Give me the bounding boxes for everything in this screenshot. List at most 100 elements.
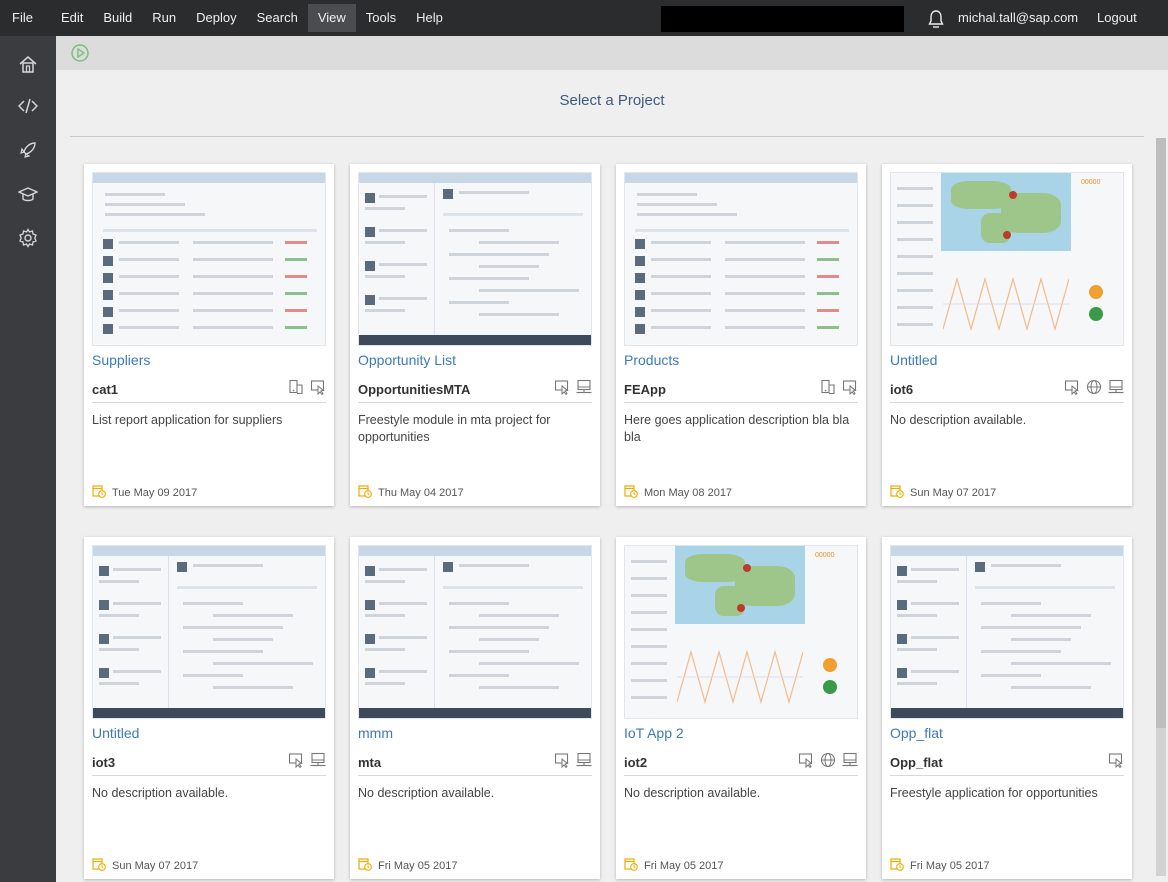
learning-center-icon[interactable] xyxy=(0,174,56,214)
divider xyxy=(624,775,858,776)
calendar-clock-icon xyxy=(358,484,372,501)
divider xyxy=(890,775,1124,776)
project-description: Here goes application description bla bl… xyxy=(624,413,850,444)
run-icon[interactable] xyxy=(70,43,90,63)
scrollbar[interactable] xyxy=(1156,138,1166,876)
toolbar xyxy=(56,36,1168,70)
project-description: No description available. xyxy=(890,413,1027,427)
redacted-area xyxy=(661,6,904,32)
date-label: Fri May 05 2017 xyxy=(378,859,458,872)
project-card[interactable]: 00000 Untitled iot6 No description availabl… xyxy=(882,164,1132,506)
project-title[interactable]: Suppliers xyxy=(92,352,150,368)
menu-item-view[interactable]: View xyxy=(307,4,356,32)
desktop-icon xyxy=(310,752,326,773)
project-title[interactable]: Untitled xyxy=(890,352,937,368)
calendar-clock-icon xyxy=(890,857,904,874)
project-card[interactable]: Opp_flat Opp_flat Freestyle application fo… xyxy=(882,537,1132,879)
project-name: iot2 xyxy=(624,755,648,770)
device-type-icons xyxy=(820,379,858,400)
menu-item-build[interactable]: Build xyxy=(93,4,142,32)
main-content: Select a Project Suppliers cat1 List repor… xyxy=(56,70,1168,882)
divider xyxy=(92,402,326,403)
project-thumbnail xyxy=(358,172,592,346)
project-name: OpportunitiesMTA xyxy=(358,382,471,397)
project-title[interactable]: mmm xyxy=(358,725,393,741)
menu-item-file[interactable]: File xyxy=(0,4,51,32)
scroll-thumb[interactable] xyxy=(1156,138,1166,728)
divider xyxy=(358,402,592,403)
project-name: cat1 xyxy=(92,382,119,397)
project-thumbnail xyxy=(890,545,1124,719)
project-description: No description available. xyxy=(624,786,761,800)
desktop-icon xyxy=(576,752,592,773)
divider xyxy=(624,402,858,403)
web-icon xyxy=(1064,379,1080,400)
project-date: Sun May 07 2017 xyxy=(890,484,996,501)
project-title[interactable]: Opportunity List xyxy=(358,352,456,368)
logout-link[interactable]: Logout xyxy=(1097,0,1137,36)
web-icon xyxy=(1108,752,1124,773)
date-label: Thu May 04 2017 xyxy=(378,486,464,499)
divider xyxy=(890,402,1124,403)
date-label: Fri May 05 2017 xyxy=(644,859,724,872)
project-card[interactable]: Untitled iot3 No description available. Sun… xyxy=(84,537,334,879)
date-label: Sun May 07 2017 xyxy=(112,859,199,872)
menu-item-edit[interactable]: Edit xyxy=(51,4,93,32)
code-icon[interactable] xyxy=(0,86,56,126)
project-title[interactable]: IoT App 2 xyxy=(624,725,684,741)
project-description: No description available. xyxy=(92,786,229,800)
settings-icon[interactable] xyxy=(0,218,56,258)
project-date: Thu May 04 2017 xyxy=(358,484,464,501)
project-description: Freestyle module in mta project for oppo… xyxy=(358,413,551,444)
menu-items: File Edit Build Run Deploy Search View Tools Hel… xyxy=(0,0,453,36)
project-card[interactable]: mmm mta No description available. Fri May 0… xyxy=(350,537,600,879)
calendar-clock-icon xyxy=(92,857,106,874)
device-type-icons xyxy=(288,379,326,400)
user-email[interactable]: michal.tall@sap.com xyxy=(958,0,1078,36)
project-description: No description available. xyxy=(358,786,495,800)
project-title[interactable]: Untitled xyxy=(92,725,139,741)
project-thumbnail xyxy=(92,172,326,346)
divider xyxy=(92,775,326,776)
mobile-icon xyxy=(288,379,304,400)
page-title: Select a Project xyxy=(559,92,665,109)
date-label: Tue May 09 2017 xyxy=(112,486,198,499)
date-label: Sun May 07 2017 xyxy=(910,486,997,499)
project-thumbnail: 00000 xyxy=(624,545,858,719)
project-card[interactable]: Opportunity List OpportunitiesMTA Freestyl… xyxy=(350,164,600,506)
home-icon[interactable] xyxy=(0,44,56,84)
menu-item-run[interactable]: Run xyxy=(142,4,186,32)
calendar-clock-icon xyxy=(92,484,106,501)
project-card[interactable]: Products FEApp Here goes application descr… xyxy=(616,164,866,506)
calendar-clock-icon xyxy=(624,857,638,874)
project-title[interactable]: Products xyxy=(624,352,679,368)
project-card[interactable]: 00000 IoT App 2 iot2 No description availab… xyxy=(616,537,866,879)
project-thumbnail xyxy=(358,545,592,719)
web-icon xyxy=(842,379,858,400)
web-icon xyxy=(288,752,304,773)
calendar-clock-icon xyxy=(358,857,372,874)
mobile-icon xyxy=(820,379,836,400)
device-type-icons xyxy=(554,752,592,773)
date-label: Fri May 05 2017 xyxy=(910,859,990,872)
calendar-clock-icon xyxy=(890,484,904,501)
project-card[interactable]: Suppliers cat1 List report application for… xyxy=(84,164,334,506)
divider xyxy=(358,775,592,776)
divider xyxy=(70,136,1144,137)
device-type-icons xyxy=(1064,379,1124,400)
web-icon xyxy=(310,379,326,400)
web-icon xyxy=(554,379,570,400)
project-name: FEApp xyxy=(624,382,666,397)
project-title[interactable]: Opp_flat xyxy=(890,725,943,741)
desktop-icon xyxy=(576,379,592,400)
menu-item-search[interactable]: Search xyxy=(247,4,308,32)
project-date: Mon May 08 2017 xyxy=(624,484,732,501)
web-icon xyxy=(554,752,570,773)
project-date: Fri May 05 2017 xyxy=(358,857,457,874)
menu-item-deploy[interactable]: Deploy xyxy=(186,4,246,32)
deploy-rocket-icon[interactable] xyxy=(0,130,56,170)
notification-bell-icon[interactable] xyxy=(928,9,944,29)
project-name: iot3 xyxy=(92,755,116,770)
menu-item-help[interactable]: Help xyxy=(406,4,453,32)
menu-item-tools[interactable]: Tools xyxy=(356,4,406,32)
